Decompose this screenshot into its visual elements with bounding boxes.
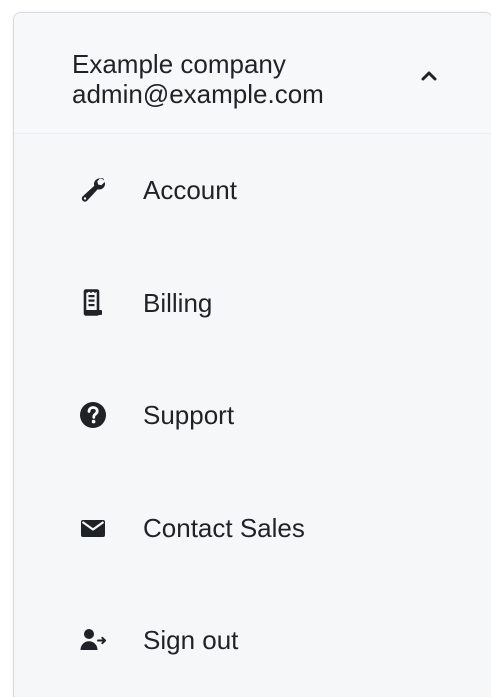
menu-item-sign-out[interactable]: Sign out [14, 601, 491, 681]
menu-item-billing[interactable]: Billing [14, 264, 491, 344]
account-header[interactable]: Example company admin@example.com [14, 13, 491, 134]
menu-item-label: Support [143, 400, 235, 430]
menu-item-label: Billing [143, 288, 213, 318]
menu-item-account[interactable]: Account [14, 151, 491, 231]
account-dropdown-menu: Example company admin@example.com Accoun… [13, 12, 491, 697]
wrench-icon [78, 175, 108, 205]
menu-item-label: Account [143, 175, 237, 205]
chevron-up-icon[interactable] [418, 65, 440, 87]
question-circle-icon [78, 400, 108, 430]
menu-item-support[interactable]: Support [14, 376, 491, 456]
receipt-icon [78, 288, 108, 318]
company-name: Example company [72, 49, 286, 79]
menu-item-contact-sales[interactable]: Contact Sales [14, 489, 491, 569]
account-identity: Example company admin@example.com [72, 49, 324, 109]
user-sign-out-icon [78, 625, 108, 655]
envelope-icon [78, 513, 108, 543]
menu-item-label: Contact Sales [143, 513, 305, 543]
account-email: admin@example.com [72, 79, 324, 109]
menu-item-label: Sign out [143, 625, 239, 655]
